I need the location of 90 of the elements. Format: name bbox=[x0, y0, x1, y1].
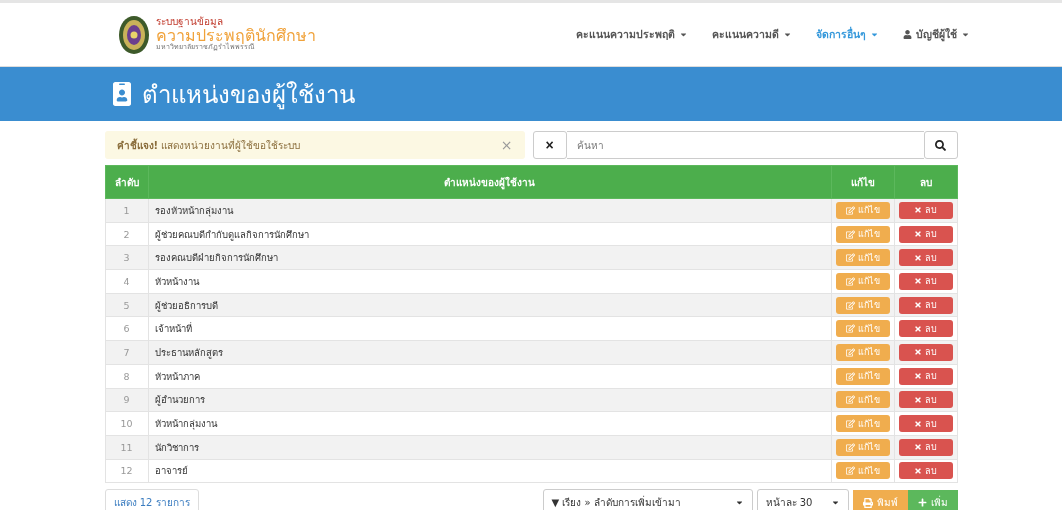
close-icon bbox=[914, 277, 922, 286]
close-icon bbox=[914, 206, 922, 215]
edit-icon bbox=[845, 276, 855, 286]
table-cell: 10 bbox=[105, 411, 148, 436]
table-cell: 1 bbox=[105, 198, 148, 223]
nav-menu-item[interactable]: จัดการอื่นๆ bbox=[816, 26, 879, 43]
table-cell: รองคณบดีฝ่ายกิจการนักศึกษา bbox=[148, 245, 831, 270]
brand-title: ความประพฤตินักศึกษา bbox=[156, 27, 316, 45]
add-button[interactable]: เพิ่ม bbox=[907, 489, 958, 510]
edit-icon bbox=[845, 229, 855, 239]
delete-button[interactable]: ลบ bbox=[898, 391, 953, 409]
edit-icon bbox=[845, 253, 855, 263]
table-cell: 3 bbox=[105, 245, 148, 270]
table-cell: หัวหน้าภาค bbox=[148, 364, 831, 388]
delete-button[interactable]: ลบ bbox=[898, 343, 953, 361]
close-button[interactable]: × bbox=[500, 137, 513, 153]
close-icon bbox=[914, 253, 922, 262]
table-cell: เจ้าหน้าที่ bbox=[148, 316, 831, 341]
table-cell: 5 bbox=[105, 293, 148, 317]
nav-menu-item[interactable]: คะแนนความประพฤติ bbox=[576, 26, 688, 43]
nav-menu-item[interactable]: คะแนนความดี bbox=[712, 26, 792, 43]
delete-button[interactable]: ลบ bbox=[898, 415, 953, 433]
search-field[interactable]: ค้นหา bbox=[566, 131, 924, 159]
table-cell: หัวหน้ากลุ่มงาน bbox=[148, 411, 831, 436]
column-header: ลำดับ bbox=[105, 165, 148, 199]
column-header: ตำแหน่งของผู้ใช้งาน bbox=[148, 165, 831, 199]
edit-icon bbox=[845, 442, 855, 452]
edit-icon bbox=[845, 419, 855, 429]
close-icon bbox=[914, 419, 922, 428]
delete-button[interactable]: ลบ bbox=[898, 249, 953, 267]
table-cell: 11 bbox=[105, 435, 148, 460]
badge-icon bbox=[110, 82, 134, 106]
delete-button[interactable]: ลบ bbox=[898, 296, 953, 314]
edit-icon bbox=[845, 347, 855, 357]
table-cell: 6 bbox=[105, 316, 148, 341]
edit-icon bbox=[845, 300, 855, 310]
table-cell: 2 bbox=[105, 222, 148, 246]
table-cell: หัวหน้างาน bbox=[148, 269, 831, 294]
delete-button[interactable]: ลบ bbox=[898, 438, 953, 456]
caret-icon bbox=[679, 30, 688, 39]
user-icon bbox=[903, 30, 912, 39]
close-icon bbox=[914, 324, 922, 333]
table-cell: อาจารย์ bbox=[148, 459, 831, 483]
table-cell: ผู้อำนวยการ bbox=[148, 388, 831, 412]
table-cell: 4 bbox=[105, 269, 148, 294]
table-cell: 9 bbox=[105, 388, 148, 412]
edit-icon bbox=[845, 205, 855, 215]
page-size-select[interactable]: หน้าละ 30 bbox=[756, 489, 849, 510]
delete-button[interactable]: ลบ bbox=[898, 367, 953, 385]
column-header: แก้ไข bbox=[831, 165, 894, 199]
caret-icon bbox=[870, 30, 879, 39]
nav-menu-item[interactable]: บัญชีผู้ใช้ bbox=[903, 26, 970, 43]
plus-icon bbox=[917, 498, 927, 508]
table-cell: รองหัวหน้ากลุ่มงาน bbox=[148, 198, 831, 223]
search-icon bbox=[935, 139, 946, 151]
notice-text: คำชี้แจง! แสดงหน่วยงานที่ผู้ใช้ขอใช้ระบบ bbox=[116, 137, 301, 153]
edit-icon bbox=[845, 324, 855, 334]
delete-button[interactable]: ลบ bbox=[898, 320, 953, 338]
delete-button[interactable]: ลบ bbox=[898, 201, 953, 219]
close-icon bbox=[914, 395, 922, 404]
edit-icon bbox=[845, 395, 855, 405]
table-cell: ผู้ช่วยคณบดีกำกับดูแลกิจการนักศึกษา bbox=[148, 222, 831, 246]
close-icon bbox=[914, 372, 922, 381]
page-title: ตำแหน่งของผู้ใช้งาน bbox=[142, 79, 355, 112]
column-header: ลบ bbox=[894, 165, 957, 199]
clear-search-button[interactable]: × bbox=[532, 131, 567, 159]
table-cell: ประธานหลักสูตร bbox=[148, 340, 831, 365]
search-button[interactable] bbox=[923, 131, 958, 159]
edit-icon bbox=[845, 466, 855, 476]
table-cell: 8 bbox=[105, 364, 148, 388]
university-logo bbox=[118, 14, 150, 55]
table-cell: นักวิชาการ bbox=[148, 435, 831, 460]
table-cell: 12 bbox=[105, 459, 148, 483]
edit-icon bbox=[845, 371, 855, 381]
printer-icon bbox=[862, 497, 873, 508]
table-cell: 7 bbox=[105, 340, 148, 365]
delete-button[interactable]: ลบ bbox=[898, 225, 953, 243]
table-cell: ผู้ช่วยอธิการบดี bbox=[148, 293, 831, 317]
delete-button[interactable]: ลบ bbox=[898, 272, 953, 290]
close-icon bbox=[914, 301, 922, 310]
close-icon bbox=[914, 443, 922, 452]
close-icon bbox=[914, 230, 922, 239]
record-count: แสดง 12 รายการ bbox=[104, 489, 199, 510]
brand-subtitle: ระบบฐานข้อมูล bbox=[156, 17, 224, 28]
close-icon bbox=[914, 466, 922, 475]
delete-button[interactable]: ลบ bbox=[898, 462, 953, 480]
caret-icon bbox=[783, 30, 792, 39]
caret-icon bbox=[961, 30, 970, 39]
close-icon bbox=[914, 348, 922, 357]
sort-select[interactable]: ▼ เรียง » ลำดับการเพิ่มเข้ามา bbox=[542, 489, 753, 510]
